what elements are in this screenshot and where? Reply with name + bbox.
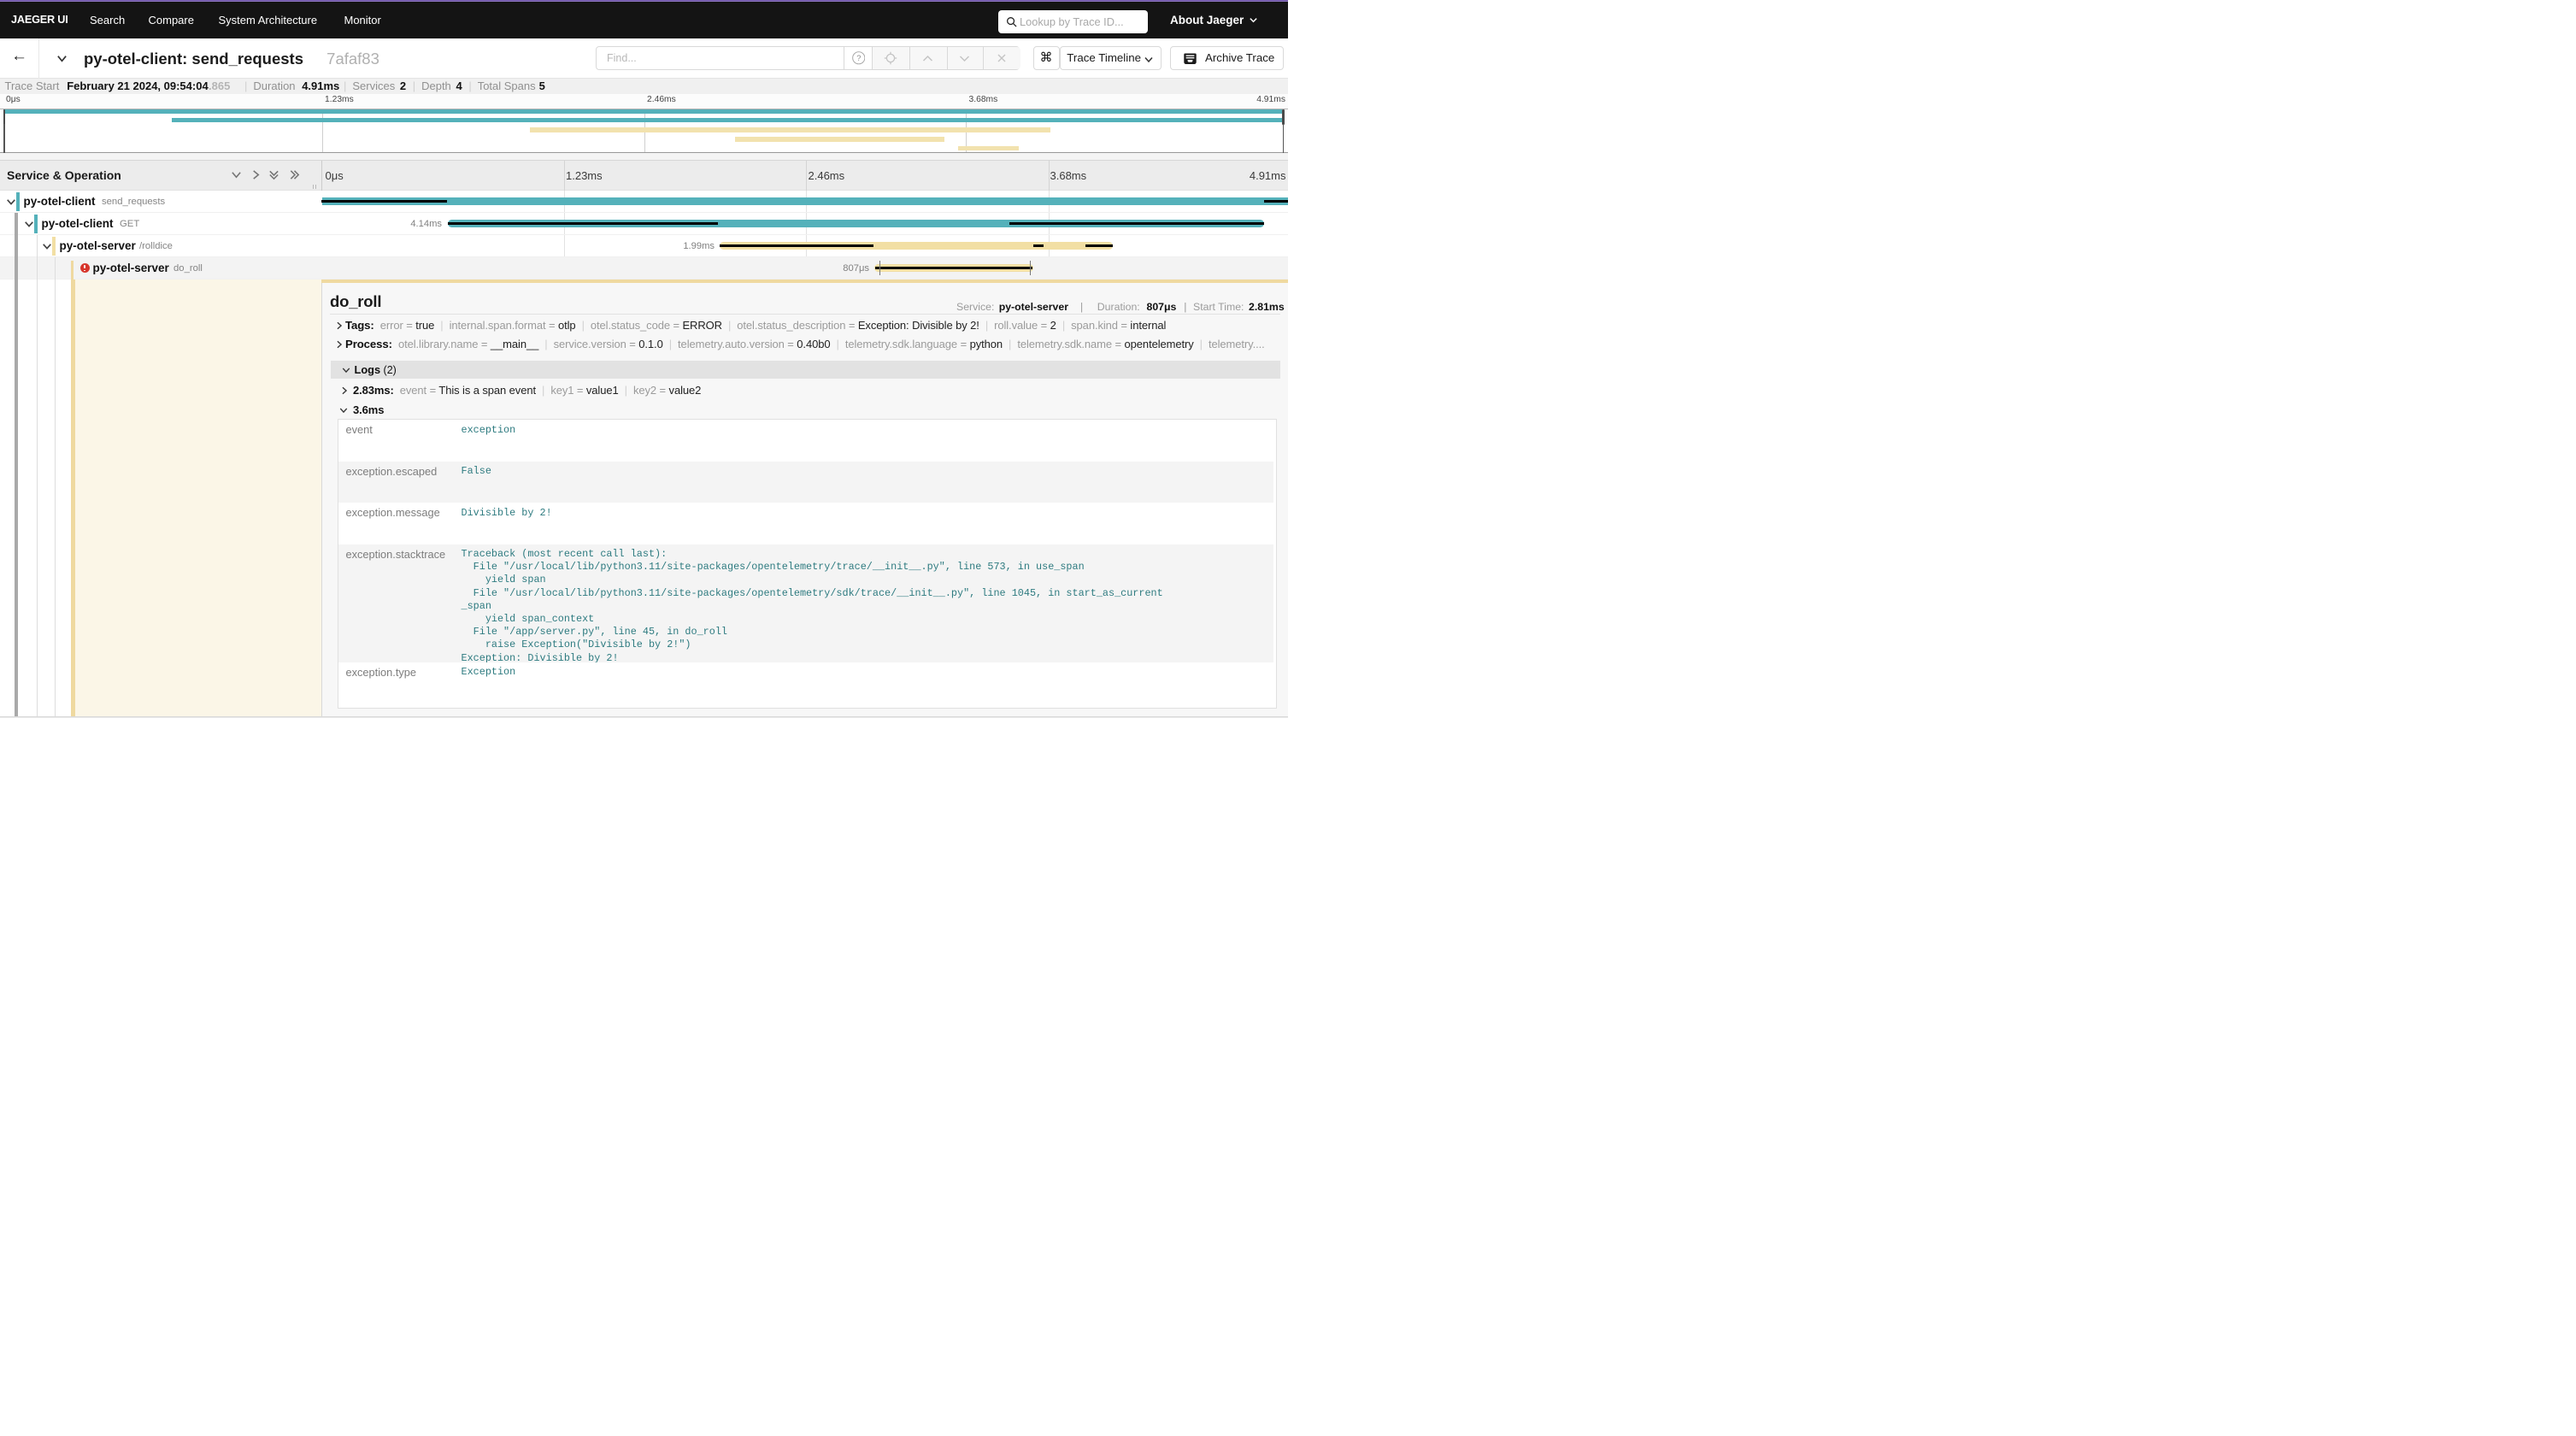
svg-text:?: ? bbox=[856, 54, 861, 62]
